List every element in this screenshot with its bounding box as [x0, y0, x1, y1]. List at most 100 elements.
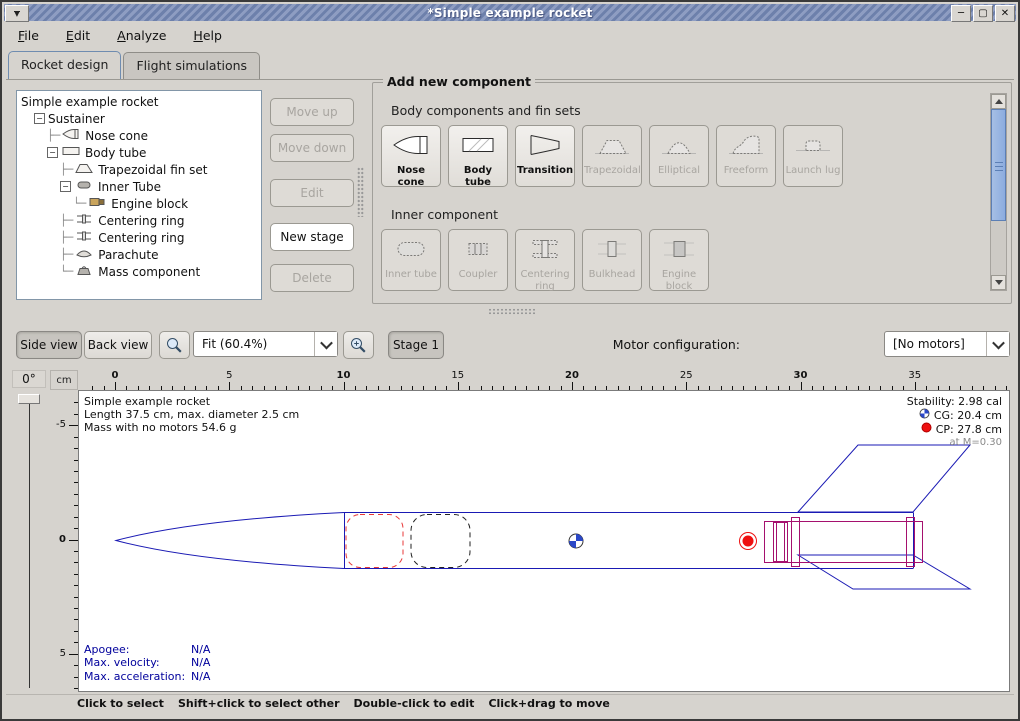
window-menu-icon: ▼ [14, 11, 19, 17]
menu-help[interactable]: Help [193, 28, 222, 43]
minimize-icon[interactable]: ─ [951, 5, 971, 22]
new-stage-button[interactable]: New stage [270, 223, 354, 251]
flight-stat-row: Max. velocity:N/A [84, 656, 210, 670]
cg-text: CG: 20.4 cm [934, 409, 1002, 422]
tree-item-simple-example-rocket[interactable]: Simple example rocket [21, 93, 261, 110]
zoom-level-select[interactable]: Fit (60.4%) [193, 331, 338, 357]
rotation-slider-handle[interactable] [18, 394, 40, 404]
tree-item-sustainer[interactable]: −Sustainer [21, 110, 261, 127]
centering-ring-icon [525, 236, 565, 266]
status-hint: Click to select [77, 697, 164, 710]
component-bulkhead-button[interactable]: Bulkhead [582, 229, 642, 291]
tree-item-label: Mass component [98, 265, 200, 279]
component-button-label: Nose cone [383, 165, 439, 188]
nose-cone-icon [61, 128, 81, 143]
engine-block-outline [774, 523, 788, 562]
engine-block-icon [659, 236, 699, 266]
tree-connector: ├─ [47, 129, 60, 142]
ruler-label: 25 [680, 370, 693, 381]
menu-analyze[interactable]: Analyze [117, 28, 166, 43]
horizontal-splitter-handle[interactable] [488, 308, 536, 315]
status-hint: Shift+click to select other [178, 697, 340, 710]
tree-item-centering-ring[interactable]: ├─Centering ring [21, 212, 261, 229]
component-elliptical-button[interactable]: Elliptical [649, 125, 709, 187]
tree-item-mass-component[interactable]: └─Mass component [21, 263, 261, 280]
delete-button[interactable]: Delete [270, 264, 354, 292]
tree-item-nose-cone[interactable]: ├─Nose cone [21, 127, 261, 144]
component-scrollbar[interactable] [990, 93, 1007, 291]
component-centering-ring-button[interactable]: Centering ring [515, 229, 575, 291]
maximize-icon[interactable]: ▢ [973, 5, 993, 22]
mass-icon [74, 264, 94, 279]
ruler-tick [115, 382, 116, 390]
nose-cone-outline [116, 513, 344, 569]
scroll-up-icon[interactable] [991, 94, 1006, 109]
cp-marker-dot [743, 536, 754, 547]
vertical-splitter-handle[interactable] [357, 167, 364, 217]
ruler-label: 5 [226, 370, 232, 381]
motor-configuration-select[interactable]: [No motors] [884, 331, 1010, 357]
rocket-canvas[interactable]: Simple example rocket Length 37.5 cm, ma… [78, 390, 1010, 692]
close-icon[interactable]: ✕ [995, 5, 1015, 22]
component-engine-block-button[interactable]: Engine block [649, 229, 709, 291]
parachute-outline [346, 515, 403, 568]
rocket-length-line: Length 37.5 cm, max. diameter 2.5 cm [84, 408, 299, 421]
status-hint: Double-click to edit [354, 697, 475, 710]
tree-item-engine-block[interactable]: └─Engine block [21, 195, 261, 212]
chevron-down-icon[interactable] [986, 332, 1009, 356]
component-transition-button[interactable]: Transition [515, 125, 575, 187]
fin-elliptical-icon [659, 132, 699, 162]
horizontal-ruler: 05101520253035 [78, 370, 1010, 390]
tab-rocket-design[interactable]: Rocket design [8, 51, 121, 80]
component-launch-lug-button[interactable]: Launch lug [783, 125, 843, 187]
move-down-button[interactable]: Move down [270, 134, 354, 162]
zoom-in-button[interactable] [343, 331, 374, 359]
fin-freeform-icon [726, 132, 766, 162]
centering-ring-icon [74, 213, 94, 228]
tree-connector: ├─ [60, 231, 73, 244]
ruler-tick [458, 382, 459, 390]
component-trapezoidal-button[interactable]: Trapezoidal [582, 125, 642, 187]
cp-text: CP: 27.8 cm [936, 423, 1002, 436]
edit-button[interactable]: Edit [270, 179, 354, 207]
mass-component-outline [411, 515, 470, 568]
stage-1-toggle[interactable]: Stage 1 [388, 331, 444, 359]
tab-flight-simulations[interactable]: Flight simulations [123, 52, 260, 79]
side-view-button[interactable]: Side view [16, 331, 82, 359]
mach-text: at M=0.30 [907, 436, 1002, 449]
component-body-tube-button[interactable]: Body tube [448, 125, 508, 187]
component-nose-cone-button[interactable]: Nose cone [381, 125, 441, 187]
fin-trapezoidal-icon [592, 132, 632, 162]
menu-file[interactable]: File [18, 28, 39, 43]
move-up-button[interactable]: Move up [270, 98, 354, 126]
scrollbar-thumb[interactable] [991, 109, 1006, 221]
back-view-button[interactable]: Back view [84, 331, 152, 359]
tree-expander-icon[interactable]: − [47, 147, 58, 158]
tree-expander-icon[interactable]: − [60, 181, 71, 192]
tree-item-trapezoidal-fin-set[interactable]: ├─Trapezoidal fin set [21, 161, 261, 178]
scroll-down-icon[interactable] [991, 275, 1006, 290]
motor-configuration-label: Motor configuration: [613, 337, 740, 352]
component-button-label: Body tube [450, 165, 506, 188]
ruler-tick [801, 382, 802, 390]
component-tree[interactable]: Simple example rocket−Sustainer├─Nose co… [16, 90, 262, 300]
component-freeform-button[interactable]: Freeform [716, 125, 776, 187]
ruler-tick [69, 654, 78, 655]
status-separator [6, 694, 1014, 695]
ruler-label: 35 [908, 370, 921, 381]
menu-edit[interactable]: Edit [66, 28, 90, 43]
tree-connector: ├─ [60, 248, 73, 261]
tree-item-centering-ring[interactable]: ├─Centering ring [21, 229, 261, 246]
zoom-out-button[interactable] [159, 331, 190, 359]
tree-item-body-tube[interactable]: −Body tube [21, 144, 261, 161]
chevron-down-icon[interactable] [314, 332, 337, 356]
window-menu-button[interactable]: ▼ [5, 5, 29, 22]
bulkhead-icon [592, 236, 632, 266]
component-coupler-button[interactable]: Coupler [448, 229, 508, 291]
tree-expander-icon[interactable]: − [34, 113, 45, 124]
tree-item-parachute[interactable]: ├─Parachute [21, 246, 261, 263]
vertical-ruler: -505 [50, 390, 78, 692]
component-inner-tube-button[interactable]: Inner tube [381, 229, 441, 291]
body-components-label: Body components and fin sets [391, 103, 581, 118]
tree-item-inner-tube[interactable]: −Inner Tube [21, 178, 261, 195]
